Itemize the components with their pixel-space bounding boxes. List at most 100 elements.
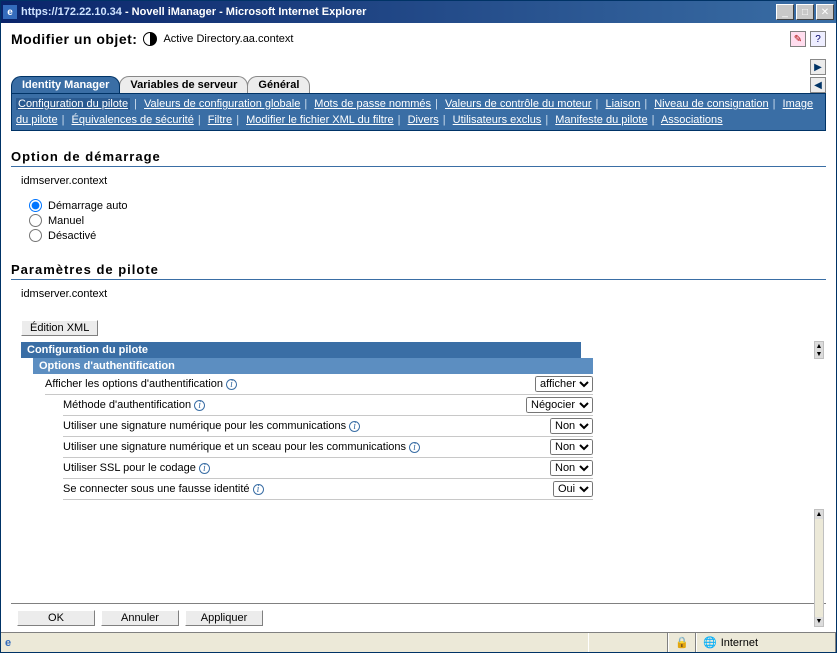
status-empty <box>588 633 668 652</box>
lock-icon: 🔒 <box>675 636 689 649</box>
subnav-driver-config[interactable]: Configuration du pilote <box>16 98 130 110</box>
startup-disabled-radio[interactable] <box>29 229 42 242</box>
startup-radio-group: Démarrage auto Manuel Désactivé <box>11 197 826 244</box>
startup-scrollbar[interactable]: ▲ ▼ <box>814 341 824 359</box>
text-method: Méthode d'authentification <box>63 399 191 411</box>
title-rest: - Novell iManager - Microsoft Internet E… <box>122 6 367 18</box>
page-header-left: Modifier un objet: Active Directory.aa.c… <box>11 31 293 47</box>
edit-icon[interactable]: ✎ <box>790 31 806 47</box>
text-seal: Utiliser une signature numérique et un s… <box>63 441 406 453</box>
edit-xml-button[interactable]: Édition XML <box>21 320 98 336</box>
startup-manual-label: Manuel <box>48 215 84 227</box>
subnav-driver-manifest[interactable]: Manifeste du pilote <box>555 114 647 126</box>
select-ssl[interactable]: Non <box>550 460 593 476</box>
subnav-loglevel[interactable]: Niveau de consignation <box>654 98 768 110</box>
select-show-auth[interactable]: afficher <box>535 376 593 392</box>
subnav-security-equiv[interactable]: Équivalences de sécurité <box>72 114 194 126</box>
startup-divider <box>11 166 826 167</box>
text-impersonate: Se connecter sous une fausse identité <box>63 483 250 495</box>
startup-disabled-label: Désactivé <box>48 230 96 242</box>
label-ssl: Utiliser SSL pour le codage i <box>63 462 550 474</box>
subnav-link[interactable]: Liaison <box>605 98 640 110</box>
select-sig[interactable]: Non <box>550 418 593 434</box>
maximize-button[interactable]: □ <box>796 4 814 20</box>
tab-bar: Identity Manager Variables de serveur Gé… <box>11 76 800 93</box>
text-sig: Utiliser une signature numérique pour le… <box>63 420 346 432</box>
tab-identity-manager[interactable]: Identity Manager <box>11 76 120 93</box>
scroll-up-icon[interactable]: ▲ <box>815 510 823 519</box>
page-header: Modifier un objet: Active Directory.aa.c… <box>11 31 826 47</box>
subnav-bar: Configuration du pilote| Valeurs de conf… <box>11 93 826 131</box>
status-zone: 🌐 Internet <box>696 633 836 652</box>
subnav-filter[interactable]: Filtre <box>208 114 232 126</box>
subnav-associations[interactable]: Associations <box>661 114 723 126</box>
startup-heading: Option de démarrage <box>11 149 826 164</box>
params-scrollbar[interactable]: ▲ ▼ <box>814 509 824 627</box>
info-icon[interactable]: i <box>409 442 420 453</box>
scroll-down-icon[interactable]: ▼ <box>815 617 823 626</box>
subnav-global-config[interactable]: Valeurs de configuration globale <box>144 98 300 110</box>
info-icon[interactable]: i <box>194 400 205 411</box>
tab-server-vars[interactable]: Variables de serveur <box>119 76 248 93</box>
internet-zone-icon: 🌐 <box>703 636 717 649</box>
info-icon[interactable]: i <box>226 379 237 390</box>
minimize-button[interactable]: _ <box>776 4 794 20</box>
page-title: Modifier un objet: <box>11 31 137 47</box>
object-icon <box>143 32 157 46</box>
subnav-misc[interactable]: Divers <box>408 114 439 126</box>
cancel-button[interactable]: Annuler <box>101 610 179 626</box>
info-icon[interactable]: i <box>253 484 264 495</box>
button-bar: OK Annuler Appliquer <box>11 603 826 632</box>
tab-general[interactable]: Général <box>247 76 310 93</box>
text-ssl: Utiliser SSL pour le codage <box>63 462 196 474</box>
startup-context: idmserver.context <box>11 175 826 187</box>
scroll-up-icon[interactable]: ▲ <box>815 342 823 350</box>
titlebar: e https://172.22.10.34 - Novell iManager… <box>1 1 836 23</box>
config-main-bar: Configuration du pilote <box>21 342 581 358</box>
select-seal[interactable]: Non <box>550 439 593 455</box>
params-divider <box>11 279 826 280</box>
content-area: Modifier un objet: Active Directory.aa.c… <box>1 23 836 632</box>
ie-small-icon: e <box>5 637 11 649</box>
status-security: 🔒 <box>668 633 696 652</box>
info-icon[interactable]: i <box>199 463 210 474</box>
startup-manual-radio[interactable] <box>29 214 42 227</box>
object-path: Active Directory.aa.context <box>163 33 293 45</box>
startup-auto-label: Démarrage auto <box>48 200 128 212</box>
tab-scroll-arrows: ▶ ◀ <box>800 59 826 93</box>
info-icon[interactable]: i <box>349 421 360 432</box>
startup-auto-radio[interactable] <box>29 199 42 212</box>
startup-manual-row[interactable]: Manuel <box>29 214 826 227</box>
scroll-track[interactable] <box>815 519 823 617</box>
close-button[interactable]: ✕ <box>816 4 834 20</box>
select-impersonate[interactable]: Oui <box>553 481 593 497</box>
config-table: Configuration du pilote Options d'authen… <box>21 342 826 500</box>
row-method: Méthode d'authentification i Négocier <box>63 395 593 416</box>
window-controls: _ □ ✕ <box>776 4 834 20</box>
subnav-excluded-users[interactable]: Utilisateurs exclus <box>453 114 542 126</box>
subnav-engine-control[interactable]: Valeurs de contrôle du moteur <box>445 98 592 110</box>
row-ssl: Utiliser SSL pour le codage i Non <box>63 458 593 479</box>
select-method[interactable]: Négocier <box>526 397 593 413</box>
zone-label: Internet <box>721 637 758 649</box>
ok-button[interactable]: OK <box>17 610 95 626</box>
startup-auto-row[interactable]: Démarrage auto <box>29 199 826 212</box>
subnav-named-passwords[interactable]: Mots de passe nommés <box>314 98 431 110</box>
row-seal: Utiliser une signature numérique et un s… <box>63 437 593 458</box>
label-show-auth: Afficher les options d'authentification … <box>45 378 535 390</box>
text-show-auth: Afficher les options d'authentification <box>45 378 223 390</box>
scroll-down-icon[interactable]: ▼ <box>815 350 823 358</box>
tab-scroll-right[interactable]: ▶ <box>810 59 826 75</box>
tabs-row: Identity Manager Variables de serveur Gé… <box>11 59 826 93</box>
label-method: Méthode d'authentification i <box>63 399 526 411</box>
header-actions: ✎ ? <box>790 31 826 47</box>
app-window: e https://172.22.10.34 - Novell iManager… <box>0 0 837 653</box>
apply-button[interactable]: Appliquer <box>185 610 263 626</box>
startup-disabled-row[interactable]: Désactivé <box>29 229 826 242</box>
row-show-auth: Afficher les options d'authentification … <box>45 374 593 395</box>
subnav-edit-filter-xml[interactable]: Modifier le fichier XML du filtre <box>246 114 394 126</box>
statusbar: e 🔒 🌐 Internet <box>1 632 836 652</box>
tab-scroll-left[interactable]: ◀ <box>810 77 826 93</box>
help-icon[interactable]: ? <box>810 31 826 47</box>
window-title: https://172.22.10.34 - Novell iManager -… <box>21 6 366 18</box>
